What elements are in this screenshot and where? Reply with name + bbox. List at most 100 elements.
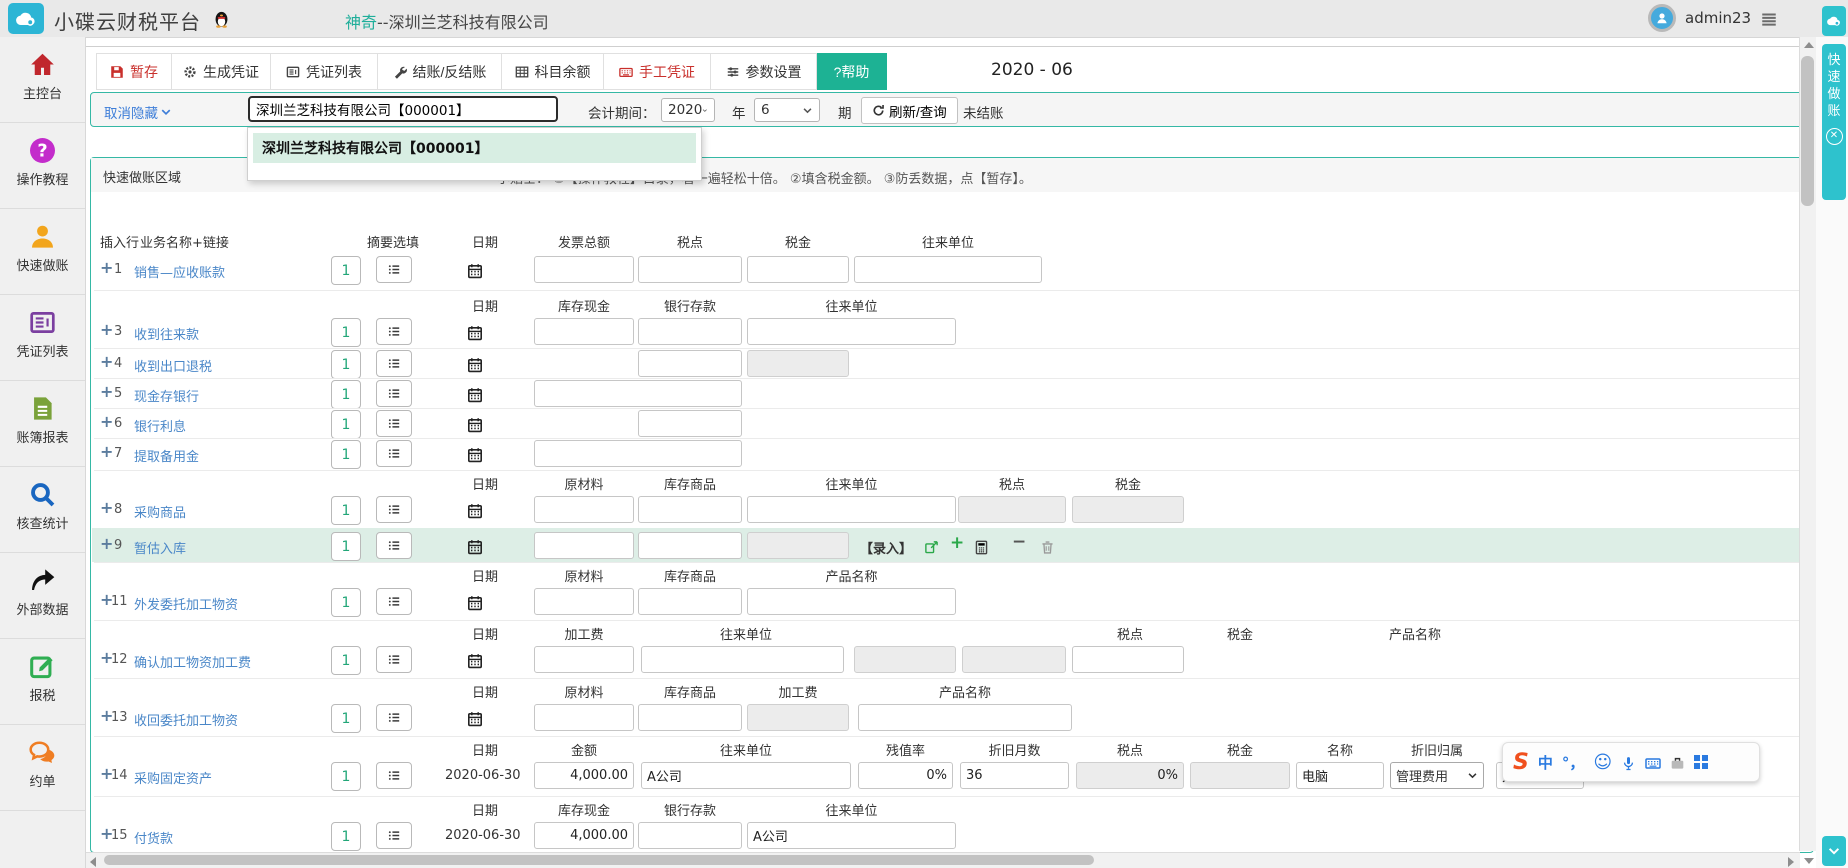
sidebar-item-external-data[interactable]: 外部数据 (0, 553, 85, 639)
business-link[interactable]: 确认加工物资加工费 (134, 652, 251, 671)
closing-button[interactable]: 结账/反结账 (378, 53, 502, 90)
calendar-icon[interactable] (467, 260, 483, 279)
summary-list-button[interactable] (376, 822, 412, 849)
summary-list-button[interactable] (376, 646, 412, 673)
bank-input[interactable] (638, 822, 742, 849)
summary-list-button[interactable] (376, 380, 412, 407)
calendar-icon[interactable] (467, 650, 483, 669)
count-box[interactable]: 1 (331, 532, 361, 561)
count-box[interactable]: 1 (331, 588, 361, 617)
scroll-left-arrow[interactable] (90, 857, 96, 867)
calendar-icon[interactable] (467, 708, 483, 727)
close-icon[interactable]: ✕ (1826, 128, 1843, 145)
calendar-icon[interactable] (467, 322, 483, 341)
partner-input[interactable] (747, 822, 956, 849)
toolbox-icon[interactable] (1670, 753, 1685, 772)
soft-keyboard-icon[interactable] (1645, 753, 1661, 772)
entry-label[interactable]: 【录入】 (860, 538, 912, 557)
business-link[interactable]: 收到往来款 (134, 324, 199, 343)
voucher-list-button[interactable]: 凭证列表 (271, 53, 378, 90)
quick-widget-icon[interactable] (1822, 6, 1846, 36)
processing-fee-input[interactable] (534, 646, 634, 673)
raw-material-input[interactable] (534, 704, 634, 731)
summary-list-button[interactable] (376, 256, 412, 283)
sidebar-item-tax-filing[interactable]: 报税 (0, 639, 85, 725)
product-name-input[interactable] (747, 588, 956, 615)
scroll-right-arrow[interactable] (1788, 857, 1794, 867)
calendar-icon[interactable] (467, 444, 483, 463)
calendar-icon[interactable] (467, 536, 483, 555)
insert-row-plus-icon[interactable]: + (100, 352, 113, 371)
count-box[interactable]: 1 (331, 410, 361, 439)
tax-amount-input[interactable] (747, 256, 849, 283)
residual-rate-input[interactable] (858, 762, 953, 789)
summary-list-button[interactable] (376, 318, 412, 345)
scroll-bottom-button[interactable] (1822, 836, 1846, 866)
business-link[interactable]: 收回委托加工物资 (134, 710, 238, 729)
business-link[interactable]: 银行利息 (134, 416, 186, 435)
insert-row-plus-icon[interactable]: + (100, 534, 113, 553)
sidebar-item-check-statistics[interactable]: 核查统计 (0, 467, 85, 553)
ime-language-toggle[interactable]: 中 (1538, 752, 1553, 773)
partner-input[interactable] (747, 318, 956, 345)
amount-input[interactable] (534, 380, 742, 407)
stock-goods-input[interactable] (638, 588, 742, 615)
depreciation-months-input[interactable] (960, 762, 1069, 789)
suggestion-item[interactable]: 深圳兰芝科技有限公司【000001】 (253, 133, 696, 163)
calendar-icon[interactable] (467, 414, 483, 433)
add-row-icon[interactable]: + (950, 533, 964, 553)
sidebar-item-quick-accounting[interactable]: 快速做账 (0, 209, 85, 295)
partner-input[interactable] (747, 496, 956, 523)
raw-material-input[interactable] (534, 496, 634, 523)
cash-input[interactable] (534, 822, 634, 849)
count-box[interactable]: 1 (331, 440, 361, 469)
horizontal-scrollbar-thumb[interactable] (104, 855, 1094, 865)
month-select[interactable]: 6 (754, 98, 820, 122)
remove-row-icon[interactable]: − (1012, 532, 1026, 552)
company-name-input[interactable] (248, 96, 558, 122)
export-entry-icon[interactable] (924, 537, 939, 556)
insert-row-plus-icon[interactable]: + (100, 320, 113, 339)
business-link[interactable]: 付货款 (134, 828, 173, 847)
count-box[interactable]: 1 (331, 496, 361, 525)
qq-penguin-icon[interactable] (212, 8, 231, 28)
bank-input[interactable] (638, 350, 742, 377)
cash-input[interactable] (534, 318, 634, 345)
business-link[interactable]: 采购商品 (134, 502, 186, 521)
summary-list-button[interactable] (376, 588, 412, 615)
insert-row-plus-icon[interactable]: + (100, 498, 113, 517)
ime-punctuation-toggle[interactable]: °， (1562, 752, 1585, 773)
business-link[interactable]: 外发委托加工物资 (134, 594, 238, 613)
menu-burger-icon[interactable] (1760, 8, 1778, 28)
summary-list-button[interactable] (376, 350, 412, 377)
insert-row-plus-icon[interactable]: + (100, 442, 113, 461)
raw-material-input[interactable] (534, 588, 634, 615)
vertical-scrollbar-thumb[interactable] (1801, 56, 1814, 206)
amount-input[interactable] (534, 440, 742, 467)
sidebar-item-appointment[interactable]: 约单 (0, 725, 85, 811)
asset-name-input[interactable] (1296, 762, 1384, 789)
date-value[interactable]: 2020-06-30 (445, 828, 521, 843)
count-box[interactable]: 1 (331, 256, 361, 285)
stock-goods-input[interactable] (638, 704, 742, 731)
save-draft-button[interactable]: 暂存 (96, 53, 172, 90)
account-balance-button[interactable]: 科目余额 (502, 53, 604, 90)
raw-material-input[interactable] (534, 532, 634, 559)
cancel-hide-link[interactable]: 取消隐藏 (104, 102, 172, 122)
summary-list-button[interactable] (376, 496, 412, 523)
summary-list-button[interactable] (376, 762, 412, 789)
bank-input[interactable] (638, 410, 742, 437)
business-link[interactable]: 现金存银行 (134, 386, 199, 405)
user-avatar[interactable] (1648, 4, 1676, 32)
tax-point-input[interactable] (638, 256, 742, 283)
calendar-icon[interactable] (467, 354, 483, 373)
calendar-icon[interactable] (467, 384, 483, 403)
trash-icon[interactable] (1040, 537, 1055, 556)
count-box[interactable]: 1 (331, 762, 361, 791)
partner-input[interactable] (854, 256, 1042, 283)
product-name-input[interactable] (1072, 646, 1184, 673)
calculator-icon[interactable] (974, 537, 989, 556)
quick-accounting-tab[interactable]: 快速做账 ✕ (1822, 44, 1846, 200)
microphone-icon[interactable] (1621, 753, 1636, 772)
summary-list-button[interactable] (376, 704, 412, 731)
